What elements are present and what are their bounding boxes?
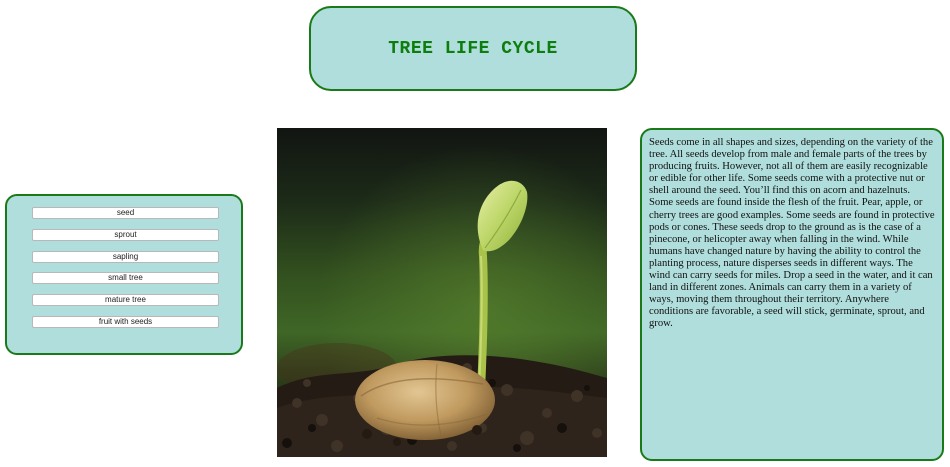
stage-button-mature-tree[interactable]: mature tree [32,294,219,306]
page-title: TREE LIFE CYCLE [388,38,558,59]
description-panel: Seeds come in all shapes and sizes, depe… [640,128,944,461]
stage-button-small-tree[interactable]: small tree [32,272,219,284]
seedling-illustration [277,128,607,457]
stage-button-panel: seed sprout sapling small tree mature tr… [5,194,243,355]
seed-sprout-photo [277,128,607,457]
description-text: Seeds come in all shapes and sizes, depe… [649,137,935,330]
stage-button-sprout[interactable]: sprout [32,229,219,241]
stage-button-sapling[interactable]: sapling [32,251,219,263]
stage-button-fruit-with-seeds[interactable]: fruit with seeds [32,316,219,328]
stage-button-seed[interactable]: seed [32,207,219,219]
title-banner: TREE LIFE CYCLE [309,6,637,91]
